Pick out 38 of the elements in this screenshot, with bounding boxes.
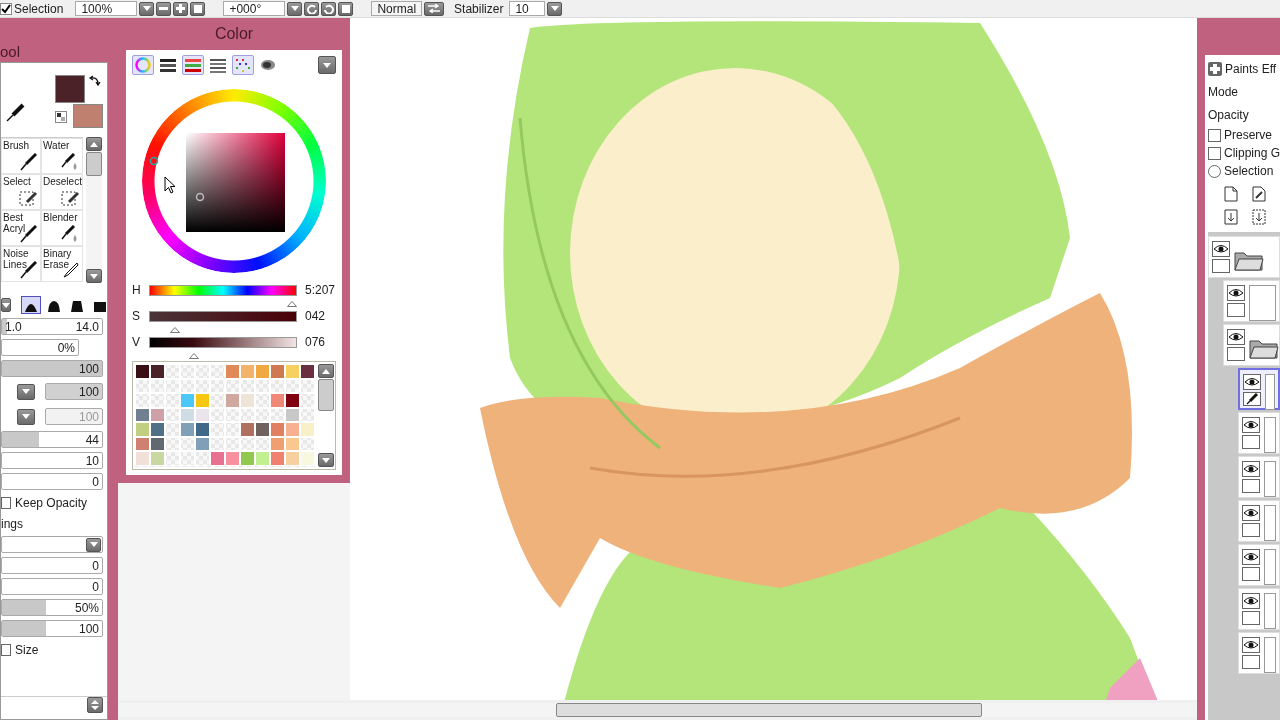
tool-item[interactable]: Water — [41, 138, 83, 174]
selection-label: Selection — [14, 1, 64, 16]
section-label: ings — [1, 516, 23, 531]
tool-item[interactable]: Best Acryl — [1, 210, 41, 246]
option-label: Selection — [1224, 164, 1274, 178]
panel-title: Color — [214, 25, 254, 43]
tool-item[interactable]: Brush — [1, 138, 41, 174]
tool-item[interactable]: Blender — [41, 210, 83, 246]
slider[interactable]: 100 — [1, 360, 103, 377]
opacity-label: Opacity — [1208, 107, 1249, 122]
tool-item[interactable]: Noise Lines — [1, 246, 41, 282]
checkbox-label: Keep Opacity — [15, 495, 88, 510]
option-label: Preserve — [1224, 128, 1273, 142]
panel-title: Paints Eff — [1225, 61, 1277, 76]
slider[interactable]: 1.0 14.0 — [1, 318, 103, 335]
value-field[interactable]: 100 — [45, 383, 103, 400]
slider-value: 5:207 — [305, 283, 336, 297]
option-label: Clipping G — [1223, 146, 1280, 160]
slider[interactable]: 50% — [1, 599, 103, 616]
checkbox-label: Size — [15, 642, 39, 657]
slider[interactable]: 100 — [1, 620, 103, 637]
tool-item[interactable]: Select — [1, 174, 41, 210]
value-field: 100 — [45, 408, 103, 425]
panel-title: ool — [0, 43, 21, 60]
zoom-field[interactable]: 100% — [75, 1, 138, 16]
stabilizer-field[interactable]: 10 — [509, 1, 546, 16]
stabilizer-label: Stabilizer — [454, 1, 504, 16]
slider[interactable]: 44 — [1, 431, 103, 448]
tool-item[interactable]: Deselect — [41, 174, 83, 210]
slider-value: 076 — [305, 335, 326, 349]
slider-label: V — [132, 335, 141, 349]
tool-item[interactable]: Binary Erase — [41, 246, 83, 282]
slider-label: H — [132, 283, 141, 297]
blend-mode-button[interactable]: Normal — [371, 1, 423, 16]
slider-value: 042 — [305, 309, 326, 323]
slider-label: S — [132, 309, 141, 323]
angle-field[interactable]: +000° — [223, 1, 286, 16]
mode-label: Mode — [1208, 84, 1239, 99]
